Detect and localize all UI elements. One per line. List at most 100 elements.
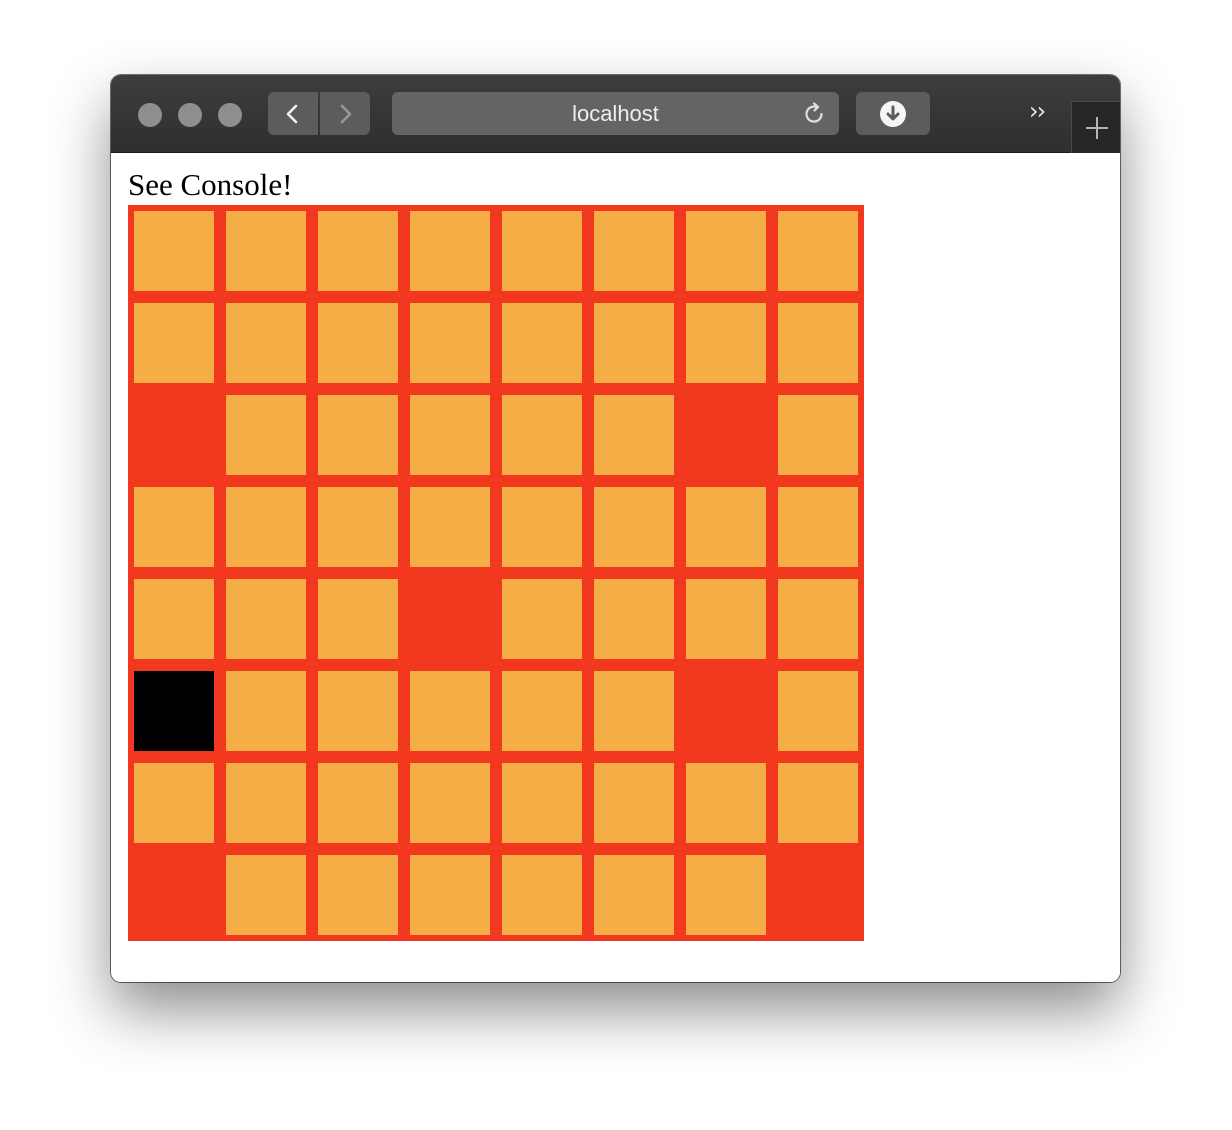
close-window-button[interactable] bbox=[138, 103, 162, 127]
board-cell-0-6[interactable] bbox=[680, 205, 772, 297]
board-cell-1-7[interactable] bbox=[772, 297, 864, 389]
board-cell-0-3[interactable] bbox=[404, 205, 496, 297]
forward-button[interactable] bbox=[320, 92, 370, 135]
board-tile-empty bbox=[778, 671, 858, 751]
board-cell-7-2[interactable] bbox=[312, 849, 404, 941]
board-cell-1-4[interactable] bbox=[496, 297, 588, 389]
board-cell-2-3[interactable] bbox=[404, 389, 496, 481]
board-cell-4-7[interactable] bbox=[772, 573, 864, 665]
address-text: localhost bbox=[572, 100, 659, 126]
board-cell-7-6[interactable] bbox=[680, 849, 772, 941]
board-cell-5-7[interactable] bbox=[772, 665, 864, 757]
board-cell-6-2[interactable] bbox=[312, 757, 404, 849]
board-tile-empty bbox=[502, 487, 582, 567]
minimize-window-button[interactable] bbox=[178, 103, 202, 127]
download-icon bbox=[880, 100, 906, 127]
new-tab-button[interactable] bbox=[1071, 101, 1120, 153]
board-cell-2-7[interactable] bbox=[772, 389, 864, 481]
board-cell-2-5[interactable] bbox=[588, 389, 680, 481]
board-tile-empty bbox=[226, 303, 306, 383]
board-cell-0-7[interactable] bbox=[772, 205, 864, 297]
board-cell-3-2[interactable] bbox=[312, 481, 404, 573]
board-cell-4-0[interactable] bbox=[128, 573, 220, 665]
board-cell-5-0[interactable] bbox=[128, 665, 220, 757]
address-bar[interactable]: localhost bbox=[392, 92, 839, 135]
board-cell-2-2[interactable] bbox=[312, 389, 404, 481]
back-button[interactable] bbox=[268, 92, 318, 135]
board-cell-7-7[interactable] bbox=[772, 849, 864, 941]
page-heading: See Console! bbox=[128, 167, 293, 202]
reload-icon[interactable] bbox=[801, 101, 827, 127]
board-tile-empty bbox=[686, 579, 766, 659]
board-cell-6-5[interactable] bbox=[588, 757, 680, 849]
board-tile-empty bbox=[318, 579, 398, 659]
board-cell-1-5[interactable] bbox=[588, 297, 680, 389]
board-tile-empty bbox=[134, 487, 214, 567]
board-cell-3-3[interactable] bbox=[404, 481, 496, 573]
chevron-left-icon bbox=[286, 104, 298, 123]
board-tile-empty bbox=[502, 395, 582, 475]
board-cell-1-3[interactable] bbox=[404, 297, 496, 389]
board-cell-4-6[interactable] bbox=[680, 573, 772, 665]
board-cell-1-6[interactable] bbox=[680, 297, 772, 389]
board-cell-5-2[interactable] bbox=[312, 665, 404, 757]
board-cell-6-6[interactable] bbox=[680, 757, 772, 849]
board-cell-4-1[interactable] bbox=[220, 573, 312, 665]
board-cell-5-4[interactable] bbox=[496, 665, 588, 757]
board-cell-2-1[interactable] bbox=[220, 389, 312, 481]
zoom-window-button[interactable] bbox=[218, 103, 242, 127]
board-tile-empty bbox=[318, 763, 398, 843]
board-cell-4-5[interactable] bbox=[588, 573, 680, 665]
board-tile-empty bbox=[778, 211, 858, 291]
board-tile-empty bbox=[226, 671, 306, 751]
board-cell-1-1[interactable] bbox=[220, 297, 312, 389]
board-cell-3-0[interactable] bbox=[128, 481, 220, 573]
board-tile-empty bbox=[318, 487, 398, 567]
board-cell-6-0[interactable] bbox=[128, 757, 220, 849]
downloads-button[interactable] bbox=[856, 92, 930, 135]
board-tile-empty bbox=[226, 211, 306, 291]
page-content: See Console! bbox=[111, 153, 1120, 982]
board-cell-0-5[interactable] bbox=[588, 205, 680, 297]
board-cell-7-5[interactable] bbox=[588, 849, 680, 941]
board-cell-4-4[interactable] bbox=[496, 573, 588, 665]
board-cell-4-2[interactable] bbox=[312, 573, 404, 665]
board-cell-6-4[interactable] bbox=[496, 757, 588, 849]
board-tile-empty bbox=[226, 395, 306, 475]
board-cell-5-5[interactable] bbox=[588, 665, 680, 757]
board-cell-3-7[interactable] bbox=[772, 481, 864, 573]
board-cell-2-0[interactable] bbox=[128, 389, 220, 481]
board-cell-0-1[interactable] bbox=[220, 205, 312, 297]
double-chevron-right-icon[interactable]: ›› bbox=[1029, 97, 1046, 125]
board-tile-empty bbox=[226, 487, 306, 567]
board-cell-0-0[interactable] bbox=[128, 205, 220, 297]
board-cell-3-6[interactable] bbox=[680, 481, 772, 573]
board-cell-6-3[interactable] bbox=[404, 757, 496, 849]
board-tile-empty bbox=[778, 579, 858, 659]
board-cell-7-0[interactable] bbox=[128, 849, 220, 941]
board-cell-3-1[interactable] bbox=[220, 481, 312, 573]
board-cell-3-5[interactable] bbox=[588, 481, 680, 573]
board-cell-1-0[interactable] bbox=[128, 297, 220, 389]
board-tile-empty bbox=[686, 303, 766, 383]
board-cell-7-4[interactable] bbox=[496, 849, 588, 941]
board-cell-5-3[interactable] bbox=[404, 665, 496, 757]
board-cell-7-3[interactable] bbox=[404, 849, 496, 941]
board-cell-2-6[interactable] bbox=[680, 389, 772, 481]
board-cell-6-1[interactable] bbox=[220, 757, 312, 849]
board-cell-5-6[interactable] bbox=[680, 665, 772, 757]
plus-icon bbox=[1085, 116, 1108, 139]
board-cell-7-1[interactable] bbox=[220, 849, 312, 941]
board-cell-3-4[interactable] bbox=[496, 481, 588, 573]
board-cell-2-4[interactable] bbox=[496, 389, 588, 481]
board-tile-red bbox=[778, 855, 858, 935]
board-cell-6-7[interactable] bbox=[772, 757, 864, 849]
board-cell-5-1[interactable] bbox=[220, 665, 312, 757]
board-tile-empty bbox=[318, 855, 398, 935]
board-cell-0-4[interactable] bbox=[496, 205, 588, 297]
board-cell-0-2[interactable] bbox=[312, 205, 404, 297]
board-tile-empty bbox=[502, 855, 582, 935]
board-cell-4-3[interactable] bbox=[404, 573, 496, 665]
board-cell-1-2[interactable] bbox=[312, 297, 404, 389]
board-tile-empty bbox=[778, 487, 858, 567]
